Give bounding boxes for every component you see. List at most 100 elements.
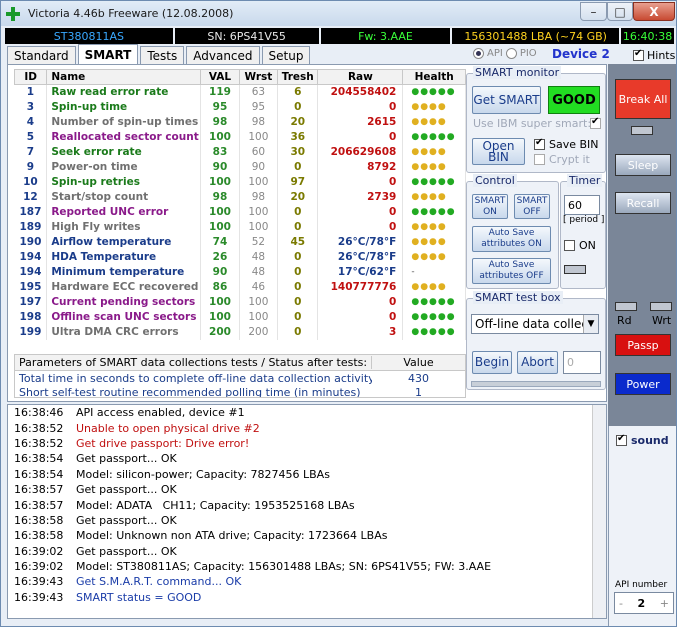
break-all-button[interactable]: Break All (615, 79, 671, 119)
col-val[interactable]: VAL (200, 69, 240, 85)
abort-button[interactable]: Abort (517, 351, 558, 374)
table-row[interactable]: 194 Minimum temperature 90 48 0 17°C/62°F - (14, 265, 466, 280)
api-increment[interactable]: + (660, 597, 669, 610)
sound-option[interactable]: sound (616, 433, 669, 447)
log-entry: 16:39:43 Get S.M.A.R.T. command... OK (8, 574, 606, 589)
read-label: Rd (617, 314, 632, 327)
table-row[interactable]: 5 Reallocated sector count 100 100 36 0 ●●●●● (14, 130, 466, 145)
api-radio[interactable] (473, 48, 484, 59)
hints-checkbox[interactable] (633, 48, 644, 61)
get-smart-button[interactable]: Get SMART (472, 86, 541, 114)
parameters-title: Parameters of SMART data collections tes… (15, 356, 372, 369)
attr-name: Hardware ECC recovered (46, 280, 202, 295)
attr-threshold: 0 (277, 100, 319, 115)
save-bin-checkbox[interactable] (534, 137, 545, 150)
api-number-stepper[interactable]: - 2 + (614, 592, 674, 614)
table-row[interactable]: 194 HDA Temperature 26 48 0 26°C/78°F ●●●● (14, 250, 466, 265)
log-scrollbar[interactable] (592, 405, 606, 618)
smart-off-button[interactable]: SMART OFF (514, 194, 550, 219)
attr-raw: 0 (317, 310, 404, 325)
attr-raw: 26°C/78°F (317, 250, 404, 265)
autosave-on-button[interactable]: Auto Save attributes ON (472, 226, 551, 252)
timer-on-checkbox[interactable] (564, 240, 575, 251)
attr-threshold: 0 (277, 295, 319, 310)
maximize-button[interactable]: □ (607, 2, 633, 21)
attr-worst: 200 (239, 325, 279, 340)
attr-health: ●●●● (402, 115, 466, 130)
attr-worst: 100 (239, 295, 279, 310)
log-time: 16:38:57 (14, 483, 64, 497)
tab-tests[interactable]: Tests (140, 46, 185, 64)
col-raw[interactable]: Raw (317, 69, 404, 85)
table-row[interactable]: 7 Seek error rate 83 60 30 206629608 ●●●● (14, 145, 466, 160)
table-row[interactable]: 187 Reported UNC error 100 100 0 0 ●●●●● (14, 205, 466, 220)
open-bin-button[interactable]: Open BIN (472, 138, 525, 165)
table-row[interactable]: 190 Airflow temperature 74 52 45 26°C/78°F ●●●… (14, 235, 466, 250)
log-message: API access enabled, device #1 (76, 406, 245, 420)
save-bin-label: Save BIN (549, 138, 599, 151)
table-row[interactable]: 9 Power-on time 90 90 0 8792 ●●●● (14, 160, 466, 175)
timer-indicator (564, 265, 586, 274)
table-row[interactable]: 189 High Fly writes 100 100 0 0 ●●●● (14, 220, 466, 235)
tab-standard[interactable]: Standard (7, 46, 76, 64)
save-bin-option[interactable]: Save BIN (534, 137, 599, 151)
drive-info-bar: ST380811AS SN: 6PS41V55 Fw: 3.AAE 156301… (5, 28, 674, 44)
table-row[interactable]: 12 Start/stop count 98 98 20 2739 ●●●● (14, 190, 466, 205)
sound-checkbox[interactable] (616, 433, 627, 446)
tab-advanced[interactable]: Advanced (186, 46, 260, 64)
test-type-select[interactable]: Off-line data collect ▼ (471, 314, 599, 334)
tab-setup[interactable]: Setup (261, 46, 311, 64)
attr-health: ●●●●● (402, 295, 466, 310)
autosave-off-button[interactable]: Auto Save attributes OFF (472, 258, 551, 284)
api-number-value: 2 (637, 596, 646, 610)
minimize-button[interactable]: – (580, 2, 607, 21)
sound-label: sound (631, 434, 669, 447)
table-row[interactable]: 195 Hardware ECC recovered 86 46 0 140777776 ●… (14, 280, 466, 295)
attr-raw: 17°C/62°F (317, 265, 404, 280)
crypt-label: Crypt it (549, 153, 590, 166)
log-time: 16:38:52 (14, 436, 64, 450)
table-row[interactable]: 4 Number of spin-up times 98 98 20 2615 ●●●● (14, 115, 466, 130)
chevron-down-icon[interactable]: ▼ (583, 315, 598, 333)
attr-raw: 0 (317, 175, 404, 190)
crypt-checkbox[interactable] (534, 154, 545, 165)
col-health[interactable]: Health (402, 69, 466, 85)
log-message: Get drive passport: Drive error! (76, 436, 250, 450)
timer-period-input[interactable]: 60 (564, 195, 600, 215)
attr-health: ●●●●● (402, 175, 466, 190)
table-row[interactable]: 199 Ultra DMA CRC errors 200 200 0 3 ●●●●● (14, 325, 466, 340)
recall-button[interactable]: Recall (615, 192, 671, 214)
table-row[interactable]: 10 Spin-up retries 100 100 97 0 ●●●●● (14, 175, 466, 190)
test-count-input[interactable]: 0 (563, 351, 601, 374)
test-progress-bar (471, 381, 601, 387)
pio-radio[interactable] (505, 48, 517, 59)
app-window: Victoria 4.46b Freeware (12.08.2008) – □… (0, 0, 677, 627)
begin-button[interactable]: Begin (472, 351, 512, 374)
crypt-option[interactable]: Crypt it (534, 153, 590, 166)
tab-smart[interactable]: SMART (77, 44, 139, 64)
smart-attributes-table: ID Name VAL Wrst Tresh Raw Health 1 Raw r… (13, 69, 466, 340)
col-name[interactable]: Name (46, 69, 202, 85)
passport-button[interactable]: Passp (615, 334, 671, 356)
log-message: Model: silicon-power; Capacity: 7827456 … (76, 467, 330, 481)
attr-value: 100 (200, 205, 240, 220)
col-wrst[interactable]: Wrst (238, 69, 279, 85)
parameter-value: 430 (408, 371, 429, 385)
col-tresh[interactable]: Tresh (277, 69, 319, 85)
close-button[interactable]: X (633, 2, 675, 21)
attr-value: 100 (200, 130, 240, 145)
timer-on-option[interactable]: ON (564, 239, 596, 252)
table-row[interactable]: 198 Offline scan UNC sectors 100 100 0 0 ●●●●● (14, 310, 466, 325)
table-row[interactable]: 3 Spin-up time 95 95 0 0 ●●●● (14, 100, 466, 115)
power-button[interactable]: Power (615, 373, 671, 395)
sleep-button[interactable]: Sleep (615, 154, 671, 176)
col-id[interactable]: ID (13, 69, 48, 85)
attr-name: Reported UNC error (46, 205, 202, 220)
api-decrement[interactable]: - (619, 597, 623, 610)
table-row[interactable]: 197 Current pending sectors 100 100 0 0 ●●●●● (14, 295, 466, 310)
table-row[interactable]: 1 Raw read error rate 119 63 6 204558402 ●●●●● (14, 84, 466, 100)
hints-option[interactable]: Hints (633, 48, 675, 62)
smart-on-button[interactable]: SMART ON (472, 194, 508, 219)
ibm-super-smart-checkbox[interactable] (590, 116, 601, 129)
log-panel: 16:38:46 API access enabled, device #1 16:… (7, 404, 607, 619)
